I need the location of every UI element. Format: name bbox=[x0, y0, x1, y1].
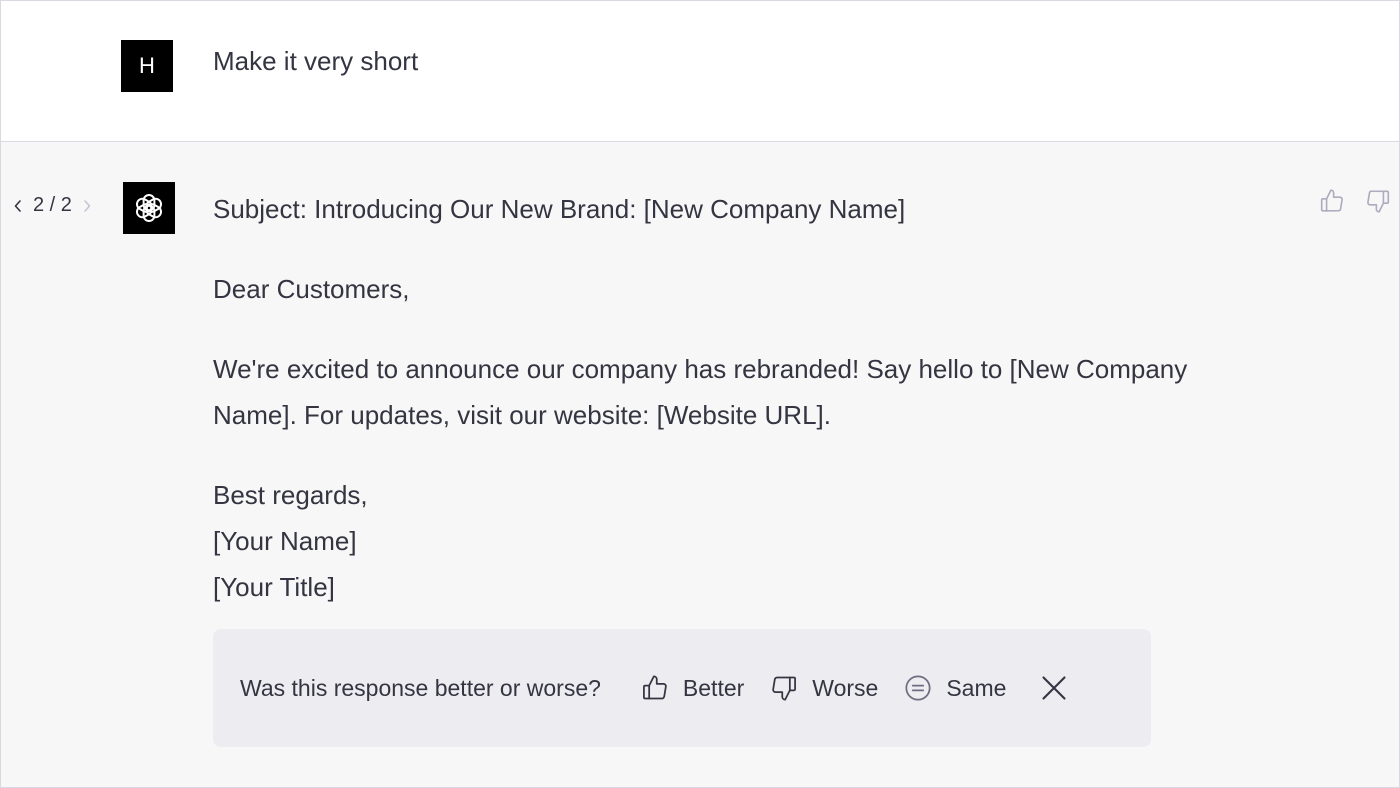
pager-count: 2 / 2 bbox=[33, 194, 72, 216]
comparison-feedback-bar: Was this response better or worse? Bette… bbox=[213, 629, 1151, 747]
thumbs-up-icon[interactable] bbox=[1317, 186, 1347, 216]
email-signature-title: [Your Title] bbox=[213, 572, 335, 602]
user-avatar-letter: H bbox=[139, 53, 155, 78]
email-subject: Subject: Introducing Our New Brand: [New… bbox=[213, 194, 906, 224]
response-pager: 2 / 2 bbox=[11, 194, 94, 217]
close-icon bbox=[1040, 674, 1068, 702]
email-greeting: Dear Customers, bbox=[213, 274, 410, 304]
email-closing: Best regards, bbox=[213, 480, 368, 510]
equals-circle-icon bbox=[904, 674, 932, 702]
better-button[interactable]: Better bbox=[641, 674, 744, 702]
openai-logo-icon bbox=[131, 190, 167, 226]
thumbs-down-icon[interactable] bbox=[1363, 186, 1393, 216]
thumbs-down-icon bbox=[770, 674, 798, 702]
message-feedback-actions bbox=[1317, 186, 1393, 216]
user-message-text: Make it very short bbox=[213, 46, 419, 76]
assistant-avatar bbox=[123, 182, 175, 234]
user-message-row: H Make it very short bbox=[1, 1, 1399, 142]
email-signature-name: [Your Name] bbox=[213, 526, 357, 556]
thumbs-up-icon bbox=[641, 674, 669, 702]
close-feedback-button[interactable] bbox=[1040, 674, 1068, 702]
worse-button[interactable]: Worse bbox=[770, 674, 878, 702]
feedback-question: Was this response better or worse? bbox=[240, 674, 601, 701]
worse-label: Worse bbox=[812, 674, 879, 701]
email-body-line: Name]. For updates, visit our website: [… bbox=[213, 400, 831, 430]
user-avatar: H bbox=[121, 40, 173, 92]
chevron-right-icon[interactable] bbox=[80, 196, 94, 216]
better-label: Better bbox=[682, 674, 745, 701]
assistant-message-row: 2 / 2 Subject: Introducing Our New Brand… bbox=[1, 142, 1399, 787]
chat-frame: H Make it very short 2 / 2 Subject: Intr… bbox=[0, 0, 1400, 788]
email-body-line: We're excited to announce our company ha… bbox=[213, 354, 1188, 384]
chevron-left-icon[interactable] bbox=[11, 196, 25, 216]
same-label: Same bbox=[946, 674, 1007, 701]
same-button[interactable]: Same bbox=[904, 674, 1006, 702]
assistant-message-content: Subject: Introducing Our New Brand: [New… bbox=[213, 186, 1243, 610]
